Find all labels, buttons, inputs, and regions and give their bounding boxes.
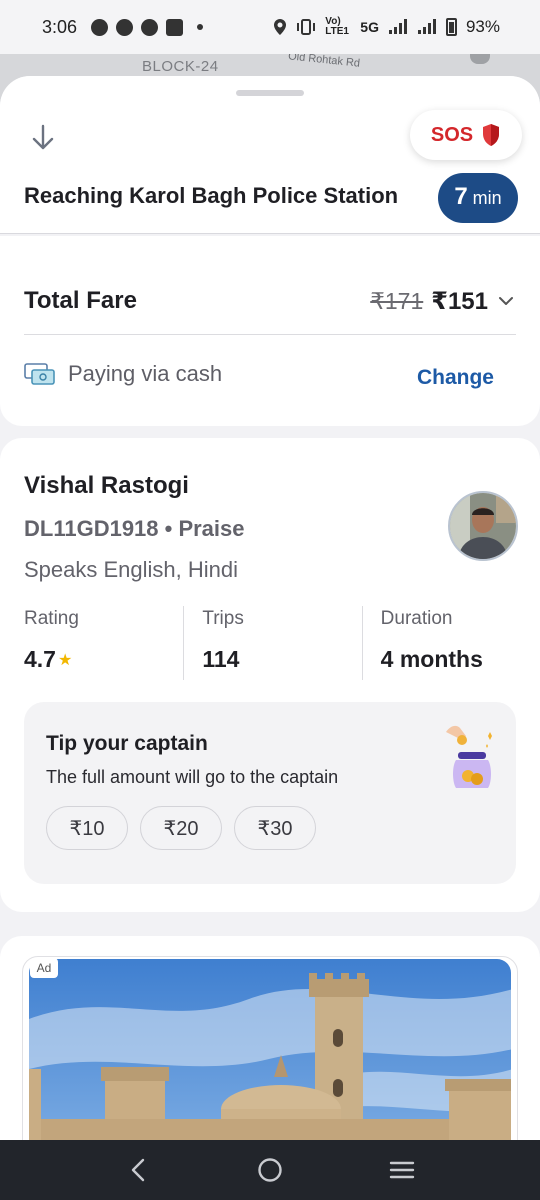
captain-photo [450, 493, 516, 559]
tip-option-button[interactable]: ₹10 [46, 806, 128, 850]
ad-badge: Ad [30, 958, 58, 978]
system-nav-bar [0, 1140, 540, 1200]
cash-icon [24, 363, 55, 385]
battery-icon [445, 18, 457, 36]
captain-avatar[interactable] [448, 491, 518, 561]
shield-icon [483, 124, 500, 146]
map-block-label: BLOCK-24 [142, 58, 219, 75]
original-fare: ₹171 [370, 287, 424, 314]
location-icon [274, 19, 287, 35]
vehicle-info: DL11GD1918 • Praise [24, 516, 245, 541]
eta-badge: 7 min [438, 173, 518, 223]
sheet-drag-handle[interactable] [236, 90, 304, 96]
recents-icon [389, 1161, 415, 1179]
tip-options: ₹10 ₹20 ₹30 [46, 806, 316, 850]
captain-card: Vishal Rastogi DL11GD1918 • Praise Speak… [0, 438, 540, 912]
final-fare: ₹151 [431, 287, 488, 315]
payment-method-text: Paying via cash [68, 361, 223, 386]
map-marker-icon [470, 54, 490, 64]
fare-card: Total Fare ₹171 ₹151 Paying via cash Cha… [0, 236, 540, 426]
ad-card: Ad [0, 936, 540, 1140]
captain-languages: Speaks English, Hindi [24, 557, 239, 582]
status-bar-right: Vo) LTE1 5G 93% [273, 17, 500, 37]
battery-percent: 93% [465, 17, 500, 36]
eta-value: 7 [454, 183, 468, 210]
payment-row: Paying via cash Change [24, 356, 494, 392]
facebook-icon [116, 18, 134, 36]
home-icon [258, 1158, 282, 1182]
stat-value: 4 months [380, 646, 483, 672]
ride-bottom-sheet: SOS Reaching Karol Bagh Police Station 7… [0, 76, 540, 1140]
stat-value-wrap: 4.7 ★ [24, 646, 183, 673]
collapse-arrow-icon[interactable] [28, 122, 58, 152]
stat-label: Duration [380, 608, 453, 629]
tip-title: Tip your captain [46, 732, 208, 755]
captain-name: Vishal Rastogi [24, 472, 189, 499]
status-bar: 3:06 Vo) LTE1 5G 93% [0, 0, 540, 54]
eta-unit: min [472, 188, 502, 208]
stat-label: Trips [202, 608, 244, 629]
palace-illustration [29, 959, 511, 1140]
nav-recents-button[interactable] [382, 1150, 422, 1190]
stat-duration: Duration 4 months [361, 606, 540, 680]
signal-icon-1 [388, 19, 407, 34]
whatsapp-icon [91, 18, 109, 36]
nav-back-button[interactable] [118, 1150, 158, 1190]
tip-section: Tip your captain The full amount will go… [24, 702, 516, 884]
star-icon: ★ [57, 651, 73, 669]
sos-label: SOS [430, 123, 474, 146]
total-fare-row[interactable]: Total Fare ₹171 ₹151 [24, 281, 516, 321]
captain-stats: Rating 4.7 ★ Trips 114 Duration 4 months [0, 606, 540, 680]
status-bar-left: 3:06 [42, 16, 204, 38]
fare-amounts: ₹171 ₹151 [370, 287, 516, 316]
volte-label: Vo) LTE1 [325, 16, 349, 37]
stat-trips: Trips 114 [183, 606, 361, 680]
tip-subtitle: The full amount will go to the captain [46, 767, 339, 787]
sheet-header: SOS Reaching Karol Bagh Police Station 7… [0, 76, 540, 234]
tip-option-button[interactable]: ₹30 [234, 806, 316, 850]
network-label: 5G [360, 19, 379, 35]
total-fare-label: Total Fare [24, 287, 137, 314]
status-time: 3:06 [42, 16, 78, 37]
stat-value: 4.7 [24, 646, 56, 672]
back-icon [131, 1158, 145, 1182]
change-payment-button[interactable]: Change [417, 366, 494, 390]
stat-label: Rating [24, 608, 79, 629]
nav-home-button[interactable] [250, 1150, 290, 1190]
tip-option-button[interactable]: ₹20 [140, 806, 222, 850]
news-icon [166, 18, 184, 36]
vibrate-icon [297, 19, 316, 35]
ad-banner[interactable] [22, 956, 518, 1140]
signal-icon-2 [417, 19, 436, 34]
chevron-down-icon[interactable] [496, 291, 516, 311]
route-status-text: Reaching Karol Bagh Police Station [24, 183, 399, 208]
stat-rating: Rating 4.7 ★ [0, 606, 183, 680]
messenger-icon [141, 18, 159, 36]
ad-image [29, 959, 511, 1140]
fare-divider [24, 334, 516, 335]
sos-button[interactable]: SOS [410, 110, 522, 160]
stat-value: 114 [202, 646, 240, 672]
more-notifications-icon [197, 24, 204, 30]
tip-jar-icon [446, 725, 492, 788]
map-road-label: Old Rohtak Rd [287, 54, 361, 70]
